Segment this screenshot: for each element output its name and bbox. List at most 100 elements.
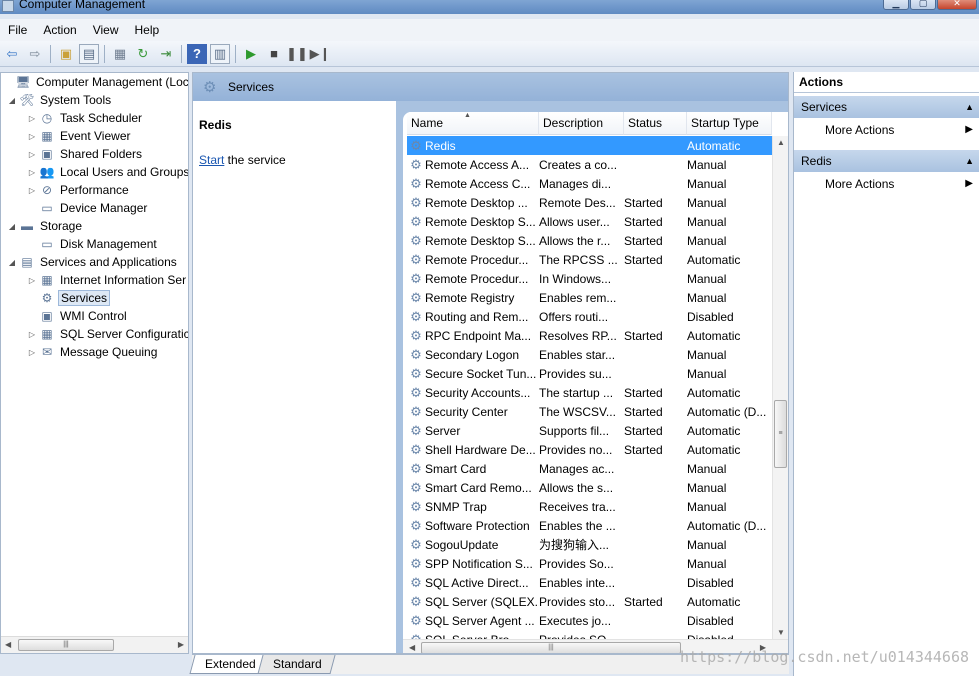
scroll-left-icon[interactable]: ◀ (5, 640, 11, 649)
service-row[interactable]: ⚙ Smart Card Remo... Allows the s... Manual (407, 478, 772, 497)
service-row[interactable]: ⚙ Remote Registry Enables rem... Manual (407, 288, 772, 307)
service-row[interactable]: ⚙ Remote Procedur... The RPCSS ... Started A… (407, 250, 772, 269)
export-list-icon[interactable]: ⇥ (156, 44, 176, 64)
menu-help[interactable]: Help (127, 23, 168, 37)
menu-action[interactable]: Action (35, 23, 84, 37)
tree-item-internet-information-ser[interactable]: ▷ ▦ Internet Information Ser (27, 271, 188, 289)
show-action-pane-icon[interactable]: ▥ (210, 43, 230, 64)
device-manager-icon: ▭ (41, 201, 53, 215)
column-header-description[interactable]: Description (539, 112, 624, 135)
service-row[interactable]: ⚙ Remote Desktop S... Allows the r... Start… (407, 231, 772, 250)
service-row[interactable]: ⚙ RPC Endpoint Ma... Resolves RP... Started… (407, 326, 772, 345)
up-folder-icon[interactable]: ▣ (56, 44, 76, 64)
tree-item-wmi-control[interactable]: ▣ WMI Control (27, 307, 129, 325)
scroll-left-icon[interactable]: ◀ (409, 643, 415, 652)
tree-item-local-users-and-groups[interactable]: ▷ 👥 Local Users and Groups (27, 163, 188, 181)
tree-item-services[interactable]: ⚙ Services (27, 289, 111, 307)
column-header-name[interactable]: ▲ Name (407, 112, 539, 135)
scroll-right-icon[interactable]: ▶ (178, 640, 184, 649)
service-row[interactable]: ⚙ Remote Desktop ... Remote Des... Started M… (407, 193, 772, 212)
pause-service-icon[interactable]: ❚❚ (286, 44, 308, 64)
service-row[interactable]: ⚙ Remote Access C... Manages di... Manual (407, 174, 772, 193)
service-row[interactable]: ⚙ Security Center The WSCSV... Started Autom… (407, 402, 772, 421)
more-actions-redis[interactable]: More Actions ▶ (794, 173, 979, 195)
properties-icon[interactable]: ▦ (110, 44, 130, 64)
refresh-icon[interactable]: ↻ (133, 44, 153, 64)
service-row[interactable]: ⚙ SogouUpdate 为搜狗输入... Manual (407, 535, 772, 554)
back-arrow-icon[interactable]: ⇦ (2, 44, 22, 64)
service-row[interactable]: ⚙ Shell Hardware De... Provides no... Start… (407, 440, 772, 459)
tree-expander-icon[interactable]: ▷ (27, 150, 37, 159)
service-row[interactable]: ⚙ SQL Server Agent ... Executes jo... Disab… (407, 611, 772, 630)
close-button[interactable]: ✕ (937, 0, 977, 10)
start-service-icon[interactable]: ▶ (241, 44, 261, 64)
actions-group-services[interactable]: Services ▲ (794, 96, 979, 118)
collapse-icon[interactable]: ▲ (965, 150, 974, 172)
forward-arrow-icon[interactable]: ⇨ (25, 44, 45, 64)
list-vertical-scrollbar[interactable]: ▲ ≡ ▼ (772, 136, 788, 639)
tree-expander-icon[interactable]: ◢ (7, 258, 17, 267)
tree-expander-icon[interactable]: ▷ (27, 186, 37, 195)
service-startup-type: Manual (687, 499, 727, 514)
scroll-thumb[interactable]: ||| (18, 639, 114, 651)
tree-horizontal-scrollbar[interactable]: ◀ ||| ▶ (1, 636, 188, 653)
service-row[interactable]: ⚙ Remote Desktop S... Allows user... Starte… (407, 212, 772, 231)
maximize-button[interactable]: ▢ (910, 0, 936, 10)
collapse-icon[interactable]: ▲ (965, 96, 974, 118)
tree-item-sql-server-configuratic[interactable]: ▷ ▦ SQL Server Configuratic (27, 325, 188, 343)
tree-item-services-and-applications[interactable]: ◢ ▤ Services and Applications (7, 253, 179, 271)
tab-standard[interactable]: Standard (257, 655, 336, 674)
tree-item-disk-management[interactable]: ▭ Disk Management (27, 235, 159, 253)
stop-service-icon[interactable]: ■ (264, 44, 284, 64)
tree-expander-icon[interactable]: ▷ (27, 168, 37, 177)
service-row[interactable]: ⚙ SQL Server (SQLEX... Provides sto... Star… (407, 592, 772, 611)
service-row[interactable]: ⚙ SNMP Trap Receives tra... Manual (407, 497, 772, 516)
service-row[interactable]: ⚙ Smart Card Manages ac... Manual (407, 459, 772, 478)
service-row[interactable]: ⚙ SQL Active Direct... Enables inte... Disa… (407, 573, 772, 592)
actions-group-redis[interactable]: Redis ▲ (794, 150, 979, 172)
service-row[interactable]: ⚙ Secondary Logon Enables star... Manual (407, 345, 772, 364)
column-header-startup-type[interactable]: Startup Type (687, 112, 772, 135)
tree-item-performance[interactable]: ▷ ⊘ Performance (27, 181, 131, 199)
tree-expander-icon[interactable]: ▷ (27, 276, 37, 285)
scroll-down-icon[interactable]: ▼ (777, 628, 785, 637)
show-hide-tree-icon[interactable]: ▤ (79, 43, 99, 64)
menu-view[interactable]: View (85, 23, 127, 37)
service-row[interactable]: ⚙ Redis Automatic (407, 136, 772, 155)
service-description: Enables inte... (539, 575, 616, 590)
more-actions-services[interactable]: More Actions ▶ (794, 119, 979, 141)
tree-expander-icon[interactable]: ▷ (27, 348, 37, 357)
tree-expander-icon[interactable]: ▷ (27, 132, 37, 141)
tree-item-message-queuing[interactable]: ▷ ✉ Message Queuing (27, 343, 159, 361)
scroll-thumb[interactable]: ≡ (774, 400, 787, 468)
tree-item-task-scheduler[interactable]: ▷ ◷ Task Scheduler (27, 109, 144, 127)
tree-item-shared-folders[interactable]: ▷ ▣ Shared Folders (27, 145, 144, 163)
tree-expander-icon[interactable]: ◢ (7, 222, 17, 231)
service-row[interactable]: ⚙ Routing and Rem... Offers routi... Disabl… (407, 307, 772, 326)
service-row[interactable]: ⚙ Remote Procedur... In Windows... Manual (407, 269, 772, 288)
service-row[interactable]: ⚙ Remote Access A... Creates a co... Manual (407, 155, 772, 174)
service-row[interactable]: ⚙ Secure Socket Tun... Provides su... Manua… (407, 364, 772, 383)
menu-file[interactable]: File (0, 23, 35, 37)
tree-expander-icon[interactable]: ▷ (27, 114, 37, 123)
tree-item-storage[interactable]: ◢ ▬ Storage (7, 217, 84, 235)
tree-item-event-viewer[interactable]: ▷ ▦ Event Viewer (27, 127, 132, 145)
services-apps-icon: ▤ (21, 255, 33, 269)
tree-item-system-tools[interactable]: ◢ 🛠 System Tools (7, 91, 113, 109)
scroll-thumb[interactable]: ||| (421, 642, 681, 653)
tree-expander-icon[interactable]: ▷ (27, 330, 37, 339)
help-icon[interactable]: ? (187, 43, 207, 64)
service-row[interactable]: ⚙ Security Accounts... The startup ... Star… (407, 383, 772, 402)
column-header-status[interactable]: Status (624, 112, 687, 135)
start-service-link[interactable]: Start (199, 153, 224, 167)
service-row[interactable]: ⚙ SPP Notification S... Provides So... Manu… (407, 554, 772, 573)
tree-item-computer-management-local[interactable]: 🖥 Computer Management (Local (3, 73, 188, 91)
minimize-button[interactable]: ▁ (883, 0, 909, 10)
service-gear-icon: ⚙ (410, 270, 422, 286)
scroll-up-icon[interactable]: ▲ (777, 138, 785, 147)
restart-service-icon[interactable]: ▶❙ (310, 44, 331, 64)
tree-item-device-manager[interactable]: ▭ Device Manager (27, 199, 149, 217)
service-row[interactable]: ⚙ Software Protection Enables the ... Autom… (407, 516, 772, 535)
service-row[interactable]: ⚙ Server Supports fil... Started Automatic (407, 421, 772, 440)
tree-expander-icon[interactable]: ◢ (7, 96, 17, 105)
